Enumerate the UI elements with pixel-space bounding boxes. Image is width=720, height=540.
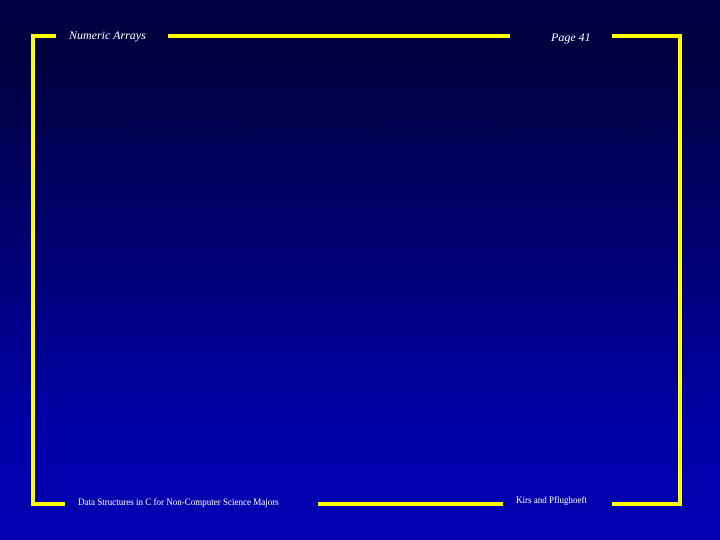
footer-course-name: Data Structures in C for Non-Computer Sc…: [78, 497, 279, 507]
slide: Numeric Arrays Page 41 Data Structures i…: [0, 0, 720, 540]
slide-title: Numeric Arrays: [69, 28, 146, 42]
frame-top-middle-segment: [168, 34, 510, 38]
frame-bottom-right-segment: [612, 502, 682, 506]
footer-authors: Kirs and Pflughoeft: [516, 495, 587, 505]
frame-right-edge: [678, 34, 682, 506]
frame-bottom-middle-segment: [318, 502, 503, 506]
frame-top-right-segment: [612, 34, 682, 38]
frame-bottom-left-segment: [31, 502, 65, 506]
page-number: Page 41: [551, 30, 591, 44]
frame-left-edge: [31, 34, 35, 506]
